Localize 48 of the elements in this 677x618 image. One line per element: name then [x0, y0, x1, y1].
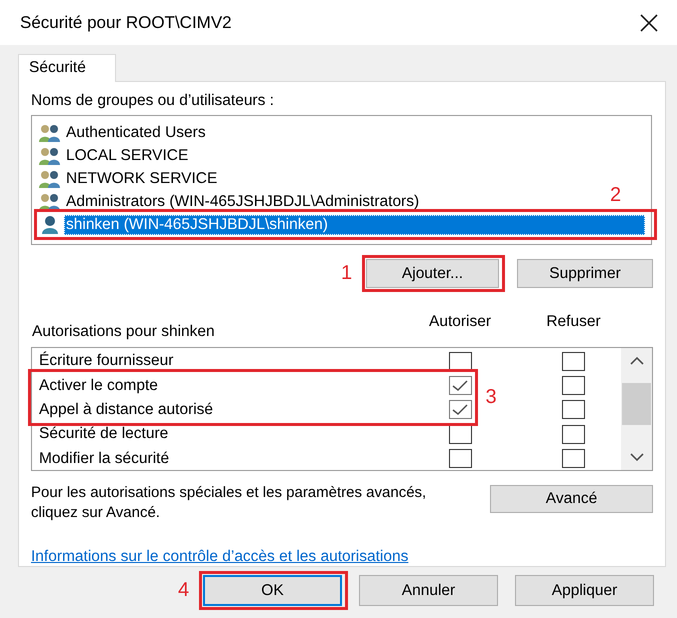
- list-button[interactable]: Supprimer: [517, 259, 653, 288]
- window-title: Sécurité pour ROOT\CIMV2: [20, 12, 232, 32]
- check-icon: [452, 380, 468, 392]
- permission-name: Écriture fournisseur: [38, 352, 174, 370]
- list-item[interactable]: NETWORK SERVICE: [64, 168, 220, 188]
- checkbox[interactable]: [448, 449, 472, 468]
- list-item[interactable]: shinken (WIN-465JSHJBDJL\shinken): [64, 214, 645, 234]
- scroll-thumb[interactable]: [622, 383, 651, 425]
- list-button[interactable]: Ajouter...: [366, 259, 499, 288]
- users-icon: [38, 146, 62, 166]
- groups-label: Noms de groupes ou d’utilisateurs :: [31, 92, 275, 110]
- dialog-button[interactable]: Annuler: [359, 575, 498, 606]
- close-icon[interactable]: [639, 12, 659, 32]
- scroll-up-icon[interactable]: [630, 356, 644, 365]
- dialog-button[interactable]: Appliquer: [515, 575, 654, 606]
- list-item[interactable]: Administrators (WIN-465JSHJBDJL\Administrators): [64, 192, 422, 212]
- checkbox[interactable]: [562, 424, 585, 444]
- tab[interactable]: Sécurité: [18, 54, 116, 82]
- advanced-button[interactable]: Avancé: [490, 485, 653, 513]
- check-icon: [452, 404, 468, 416]
- checkbox[interactable]: [448, 400, 472, 420]
- checkbox[interactable]: [448, 376, 472, 396]
- users-icon: [38, 192, 62, 212]
- help-link[interactable]: Informations sur le contrôle d’accès et les autorisations: [31, 548, 408, 566]
- permission-name: Sécurité de lecture: [38, 425, 170, 444]
- dialog-button[interactable]: OK: [203, 575, 342, 606]
- users-icon: [38, 168, 62, 188]
- checkbox[interactable]: [562, 400, 585, 420]
- permission-name: Modifier la sécurité: [38, 450, 170, 468]
- checkbox[interactable]: [562, 449, 585, 468]
- callout-number: 3: [486, 386, 497, 410]
- list-item[interactable]: LOCAL SERVICE: [64, 146, 190, 166]
- checkbox[interactable]: [562, 352, 585, 371]
- permissions-label: Autorisations pour shinken: [32, 323, 216, 341]
- callout-number: 1: [341, 262, 352, 286]
- scroll-down-icon[interactable]: [630, 453, 644, 462]
- list-item[interactable]: Authenticated Users: [64, 122, 208, 142]
- callout-number: 4: [178, 579, 190, 602]
- column-header: Autoriser: [428, 313, 492, 332]
- users-icon: [38, 122, 62, 142]
- checkbox[interactable]: [448, 352, 472, 371]
- permission-name: Appel à distance autorisé: [38, 400, 214, 419]
- checkbox[interactable]: [562, 376, 585, 396]
- scrollbar[interactable]: [621, 348, 652, 470]
- permission-name: Activer le compte: [38, 376, 159, 395]
- callout-number: 2: [610, 184, 622, 207]
- column-header: Refuser: [545, 313, 602, 332]
- advanced-hint: Pour les autorisations spéciales et les paramètres avancés, cliquez sur Avancé.: [31, 483, 428, 523]
